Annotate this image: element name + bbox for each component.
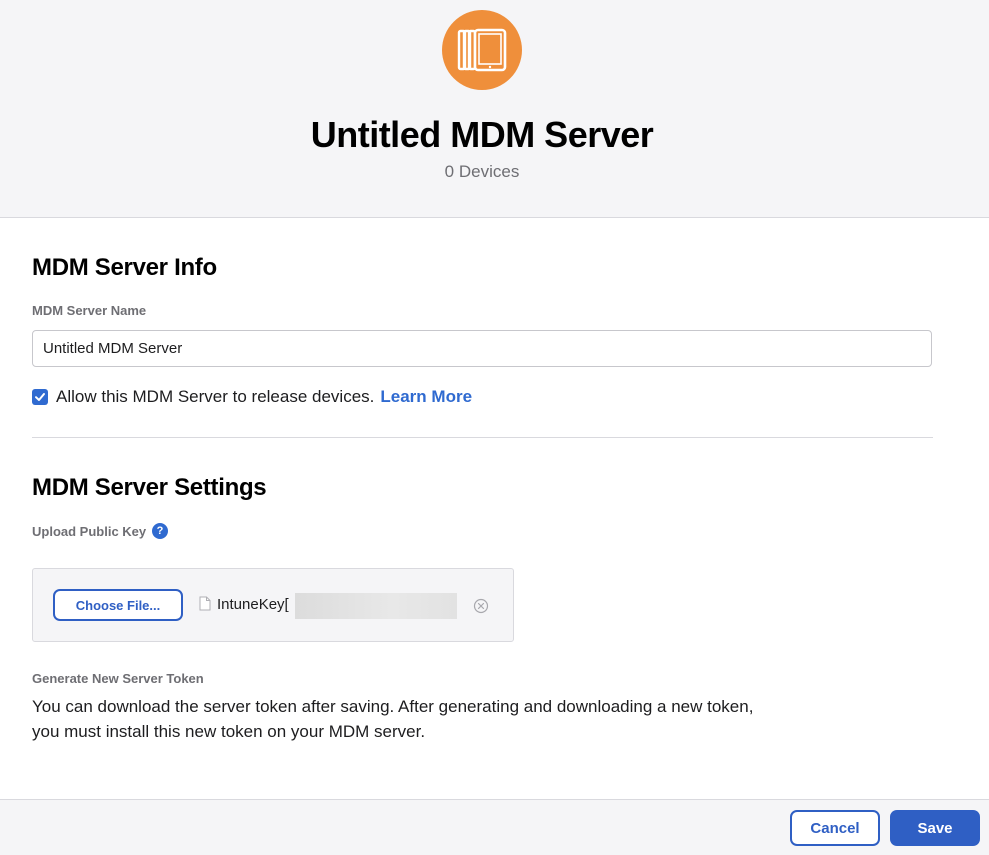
save-button[interactable]: Save: [890, 810, 980, 846]
page-title: Untitled MDM Server: [310, 114, 654, 155]
redacted-region: [295, 593, 457, 619]
ipad-stack-icon: [442, 10, 522, 90]
document-icon: [199, 596, 211, 611]
choose-file-button[interactable]: Choose File...: [53, 589, 183, 621]
checkmark-icon: [35, 393, 45, 401]
section-title-server-settings: MDM Server Settings: [32, 474, 267, 501]
allow-release-row: Allow this MDM Server to release devices…: [32, 386, 472, 408]
server-header: Untitled MDM Server 0 Devices: [0, 0, 989, 218]
cancel-button[interactable]: Cancel: [790, 810, 880, 846]
allow-release-checkbox[interactable]: [32, 389, 48, 405]
server-name-label: MDM Server Name: [32, 303, 147, 318]
learn-more-link[interactable]: Learn More: [380, 387, 472, 407]
file-upload-area: Choose File... IntuneKey[: [32, 568, 514, 642]
allow-release-label: Allow this MDM Server to release devices…: [56, 387, 375, 406]
footer-bar: Cancel Save: [0, 799, 989, 855]
section-divider: [32, 437, 933, 438]
server-token-label: Generate New Server Token: [32, 671, 204, 686]
device-count: 0 Devices: [444, 162, 520, 181]
selected-file-name: IntuneKey[: [217, 596, 289, 613]
server-token-description: You can download the server token after …: [32, 697, 754, 741]
server-name-input[interactable]: [32, 330, 932, 367]
section-title-server-info: MDM Server Info: [32, 254, 217, 281]
upload-key-label: Upload Public Key: [32, 524, 147, 539]
help-icon[interactable]: ?: [152, 523, 168, 539]
clear-file-icon[interactable]: [473, 598, 489, 614]
